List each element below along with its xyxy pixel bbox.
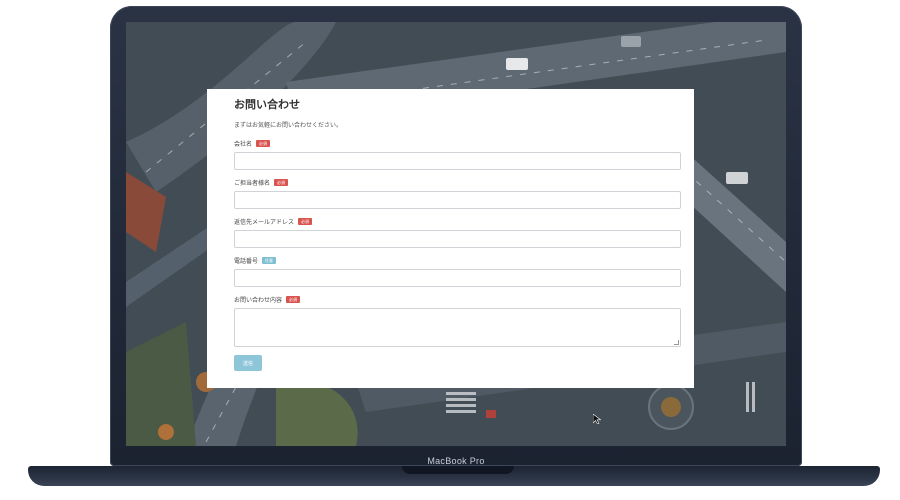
required-badge: 必須 bbox=[286, 296, 301, 303]
inquiry-textarea[interactable] bbox=[234, 308, 681, 347]
field-label-text: 会社名 bbox=[234, 141, 253, 148]
required-badge: 必須 bbox=[298, 218, 313, 225]
laptop-notch bbox=[402, 466, 514, 474]
required-badge: 必須 bbox=[256, 140, 271, 147]
inquiry-label: お問い合わせ内容 必須 bbox=[234, 295, 301, 304]
email-label: 返信先メールアドレス 必須 bbox=[234, 217, 313, 226]
email-input[interactable] bbox=[234, 230, 681, 248]
phone-input[interactable] bbox=[234, 269, 681, 287]
field-label-text: 返信先メールアドレス bbox=[234, 219, 295, 226]
field-label-text: 電話番号 bbox=[234, 258, 259, 265]
phone-label: 電話番号 任意 bbox=[234, 256, 277, 265]
contact-form-card: お問い合わせ まずはお気軽にお問い合わせください。 会社名 必須 ご担当者様名 … bbox=[207, 89, 694, 388]
optional-badge: 任意 bbox=[262, 257, 277, 264]
intro-text: まずはお気軽にお問い合わせください。 bbox=[234, 122, 343, 129]
mouse-cursor-icon bbox=[593, 414, 601, 424]
required-badge: 必須 bbox=[274, 179, 289, 186]
field-label-text: ご担当者様名 bbox=[234, 180, 271, 187]
field-label-text: お問い合わせ内容 bbox=[234, 297, 283, 304]
contact-person-label: ご担当者様名 必須 bbox=[234, 178, 289, 187]
page-title: お問い合わせ bbox=[234, 98, 300, 111]
resize-handle-icon[interactable] bbox=[674, 340, 679, 345]
device-brand-label: MacBook Pro bbox=[427, 456, 485, 466]
company-name-label: 会社名 必須 bbox=[234, 139, 271, 148]
submit-button[interactable]: 送信 bbox=[234, 355, 262, 371]
company-name-input[interactable] bbox=[234, 152, 681, 170]
contact-person-input[interactable] bbox=[234, 191, 681, 209]
